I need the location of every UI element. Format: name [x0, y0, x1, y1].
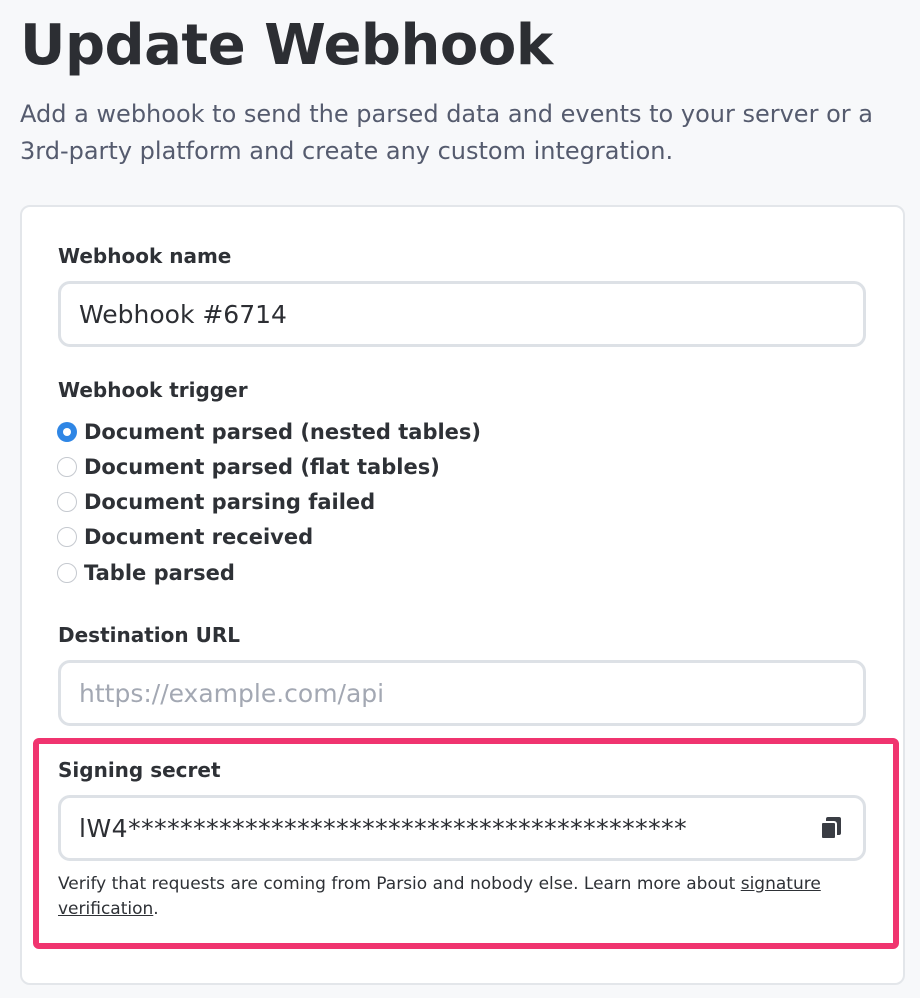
trigger-option-nested-tables[interactable]: Document parsed (nested tables) — [57, 420, 481, 444]
destination-url-placeholder: https://example.com/api — [79, 678, 385, 708]
webhook-name-value: Webhook #6714 — [79, 299, 287, 329]
signing-secret-label: Signing secret — [58, 758, 221, 782]
trigger-option-label: Document parsing failed — [84, 490, 376, 514]
page-description: Add a webhook to send the parsed data an… — [20, 100, 873, 165]
signing-secret-help: Verify that requests are coming from Par… — [58, 872, 878, 922]
signing-secret-value: lW4*************************************… — [79, 813, 688, 843]
trigger-option-flat-tables[interactable]: Document parsed (flat tables) — [57, 455, 440, 479]
radio-checked-icon[interactable] — [57, 422, 77, 442]
help-text-suffix: . — [153, 899, 159, 919]
radio-unchecked-icon[interactable] — [57, 527, 77, 547]
trigger-option-table-parsed[interactable]: Table parsed — [57, 561, 235, 585]
copy-icon[interactable] — [817, 814, 845, 842]
destination-url-input[interactable]: https://example.com/api — [58, 660, 866, 726]
trigger-option-parsing-failed[interactable]: Document parsing failed — [57, 490, 375, 514]
trigger-option-label: Table parsed — [84, 561, 235, 585]
help-text-prefix: Verify that requests are coming from Par… — [58, 874, 741, 894]
webhook-name-input[interactable]: Webhook #6714 — [58, 281, 866, 347]
trigger-option-document-received[interactable]: Document received — [57, 525, 313, 549]
radio-unchecked-icon[interactable] — [57, 563, 77, 583]
page-title: Update Webhook — [20, 13, 553, 78]
trigger-option-label: Document received — [84, 525, 314, 549]
signing-secret-input[interactable]: lW4*************************************… — [58, 795, 866, 861]
trigger-option-label: Document parsed (nested tables) — [84, 420, 482, 444]
webhook-trigger-label: Webhook trigger — [58, 378, 248, 402]
webhook-name-label: Webhook name — [58, 244, 232, 268]
radio-unchecked-icon[interactable] — [57, 457, 77, 477]
destination-url-label: Destination URL — [58, 623, 240, 647]
trigger-option-label: Document parsed (flat tables) — [84, 455, 440, 479]
radio-unchecked-icon[interactable] — [57, 492, 77, 512]
